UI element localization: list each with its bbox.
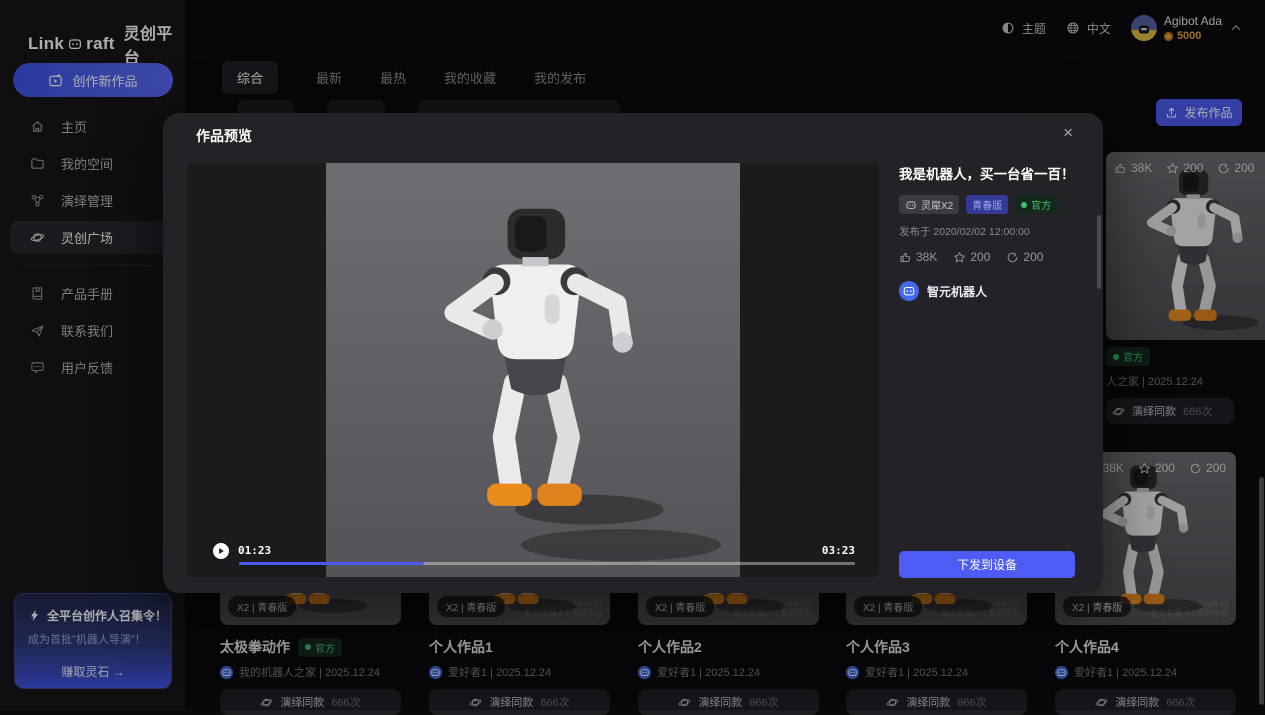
- work-stats: 38K 200 200: [899, 250, 1081, 264]
- share-icon[interactable]: [1006, 251, 1019, 264]
- seek-bar-fill: [239, 562, 424, 565]
- star-icon[interactable]: [953, 251, 966, 264]
- duration-time: 03:23: [822, 544, 855, 557]
- modal-scrollbar-thumb[interactable]: [1097, 215, 1101, 289]
- play-icon: [217, 547, 225, 555]
- author-avatar-icon: [899, 281, 919, 301]
- deploy-to-device-button[interactable]: 下发到设备: [899, 551, 1075, 578]
- current-time: 01:23: [238, 544, 271, 557]
- video-player[interactable]: 01:23 03:23: [187, 163, 879, 577]
- thumbs-up-icon[interactable]: [899, 251, 912, 264]
- publish-date: 发布于 2020/02/02 12:00:00: [899, 224, 1081, 239]
- seek-bar[interactable]: [239, 562, 855, 565]
- work-detail-panel: 我是机器人，买一台省一百！ 灵犀X2 青春版 官方 发布于 2020/02/02…: [899, 163, 1081, 301]
- robot-video-image: [326, 163, 740, 577]
- robot-face-icon: [905, 199, 917, 211]
- work-title: 我是机器人，买一台省一百！: [899, 163, 1081, 183]
- official-tag: 官方: [1015, 195, 1057, 214]
- video-frame: [326, 163, 740, 577]
- edition-tag: 青春版: [966, 195, 1008, 214]
- work-tags: 灵犀X2 青春版 官方: [899, 195, 1081, 214]
- device-tag: 灵犀X2: [899, 195, 959, 214]
- modal-title: 作品预览: [196, 126, 252, 146]
- play-button[interactable]: [213, 543, 229, 559]
- work-author[interactable]: 智元机器人: [899, 281, 1081, 301]
- work-preview-modal: 作品预览 × 01:23 03:23 我是机器人，买一台省一百！ 灵犀X2 青春…: [163, 113, 1103, 593]
- page-scrollbar-thumb[interactable]: [1259, 477, 1264, 705]
- close-icon[interactable]: ×: [1063, 123, 1073, 143]
